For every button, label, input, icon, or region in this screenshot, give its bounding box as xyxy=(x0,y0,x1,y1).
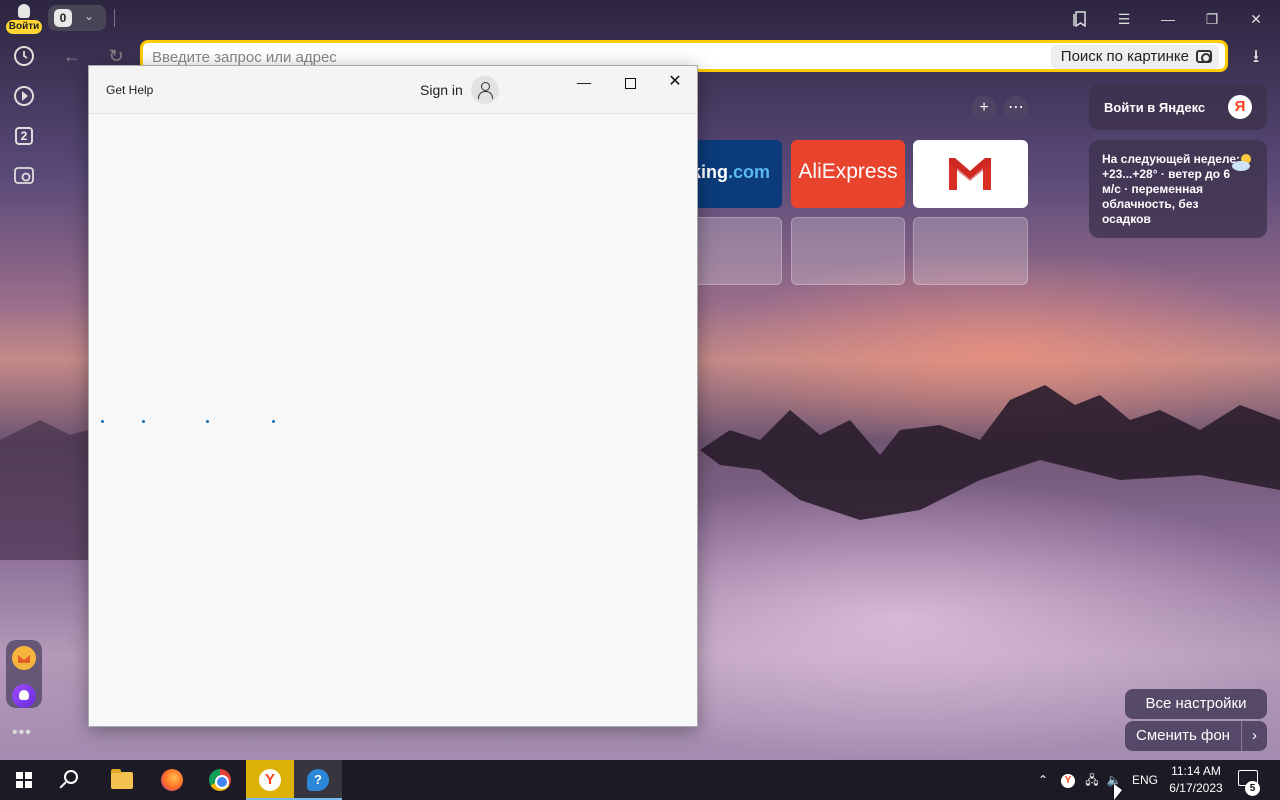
get-help-window: Get Help Sign in — ✕ xyxy=(88,65,698,727)
menu-icon[interactable]: ☰ xyxy=(1111,6,1137,32)
chevron-up-icon[interactable]: ⌃ xyxy=(1032,760,1054,800)
image-search-button[interactable]: Поиск по картинке xyxy=(1050,45,1219,69)
chrome-button[interactable] xyxy=(196,760,244,800)
minimize-button[interactable]: — xyxy=(561,66,607,98)
minimize-icon[interactable]: — xyxy=(1155,6,1181,32)
maximize-button[interactable] xyxy=(607,66,653,98)
add-tile-button[interactable]: + xyxy=(972,96,996,120)
search-button[interactable] xyxy=(48,760,96,800)
alice-assistant-icon[interactable] xyxy=(12,684,36,708)
mail-app-icon[interactable] xyxy=(12,646,36,670)
clock-time: 11:14 AM xyxy=(1171,764,1221,778)
start-button[interactable] xyxy=(0,760,48,800)
tab-counter-button[interactable]: 0 ⌄ xyxy=(48,5,106,31)
image-search-label: Поиск по картинке xyxy=(1060,48,1189,65)
chevron-down-icon: ⌄ xyxy=(84,9,95,23)
tile-empty[interactable] xyxy=(791,217,905,285)
yandex-login-label: Войти в Яндекс xyxy=(1104,100,1206,115)
download-icon[interactable]: ⭳ xyxy=(1244,44,1268,68)
tiles-menu-button[interactable]: ⋯ xyxy=(1004,96,1028,120)
yandex-tray-icon[interactable]: Y xyxy=(1058,760,1078,800)
get-help-button[interactable]: ? xyxy=(294,760,342,800)
chrome-icon xyxy=(209,769,231,791)
gmail-icon xyxy=(949,158,991,190)
user-icon xyxy=(18,4,30,18)
sign-in-link[interactable]: Sign in xyxy=(420,82,463,98)
loading-dot xyxy=(101,420,104,423)
screenshot-icon[interactable] xyxy=(10,162,38,190)
camera-icon xyxy=(1196,50,1212,63)
taskbar: Y ? ⌃ Y 🖧 🔈 ENG 11:14 AM 6/17/2023 5 xyxy=(0,760,1280,800)
browser-topbar: Войти 0 ⌄ ☰ — ❐ ✕ xyxy=(0,0,1280,38)
divider xyxy=(114,9,115,27)
tabs-count-icon[interactable]: 2 xyxy=(10,122,38,150)
sidebar-tab-number: 2 xyxy=(15,127,33,145)
language-indicator[interactable]: ENG xyxy=(1132,760,1158,800)
yandex-logo-icon: Я xyxy=(1228,95,1252,119)
all-settings-button[interactable]: Все настройки xyxy=(1125,689,1267,719)
help-icon: ? xyxy=(307,769,329,791)
more-options-icon[interactable]: ••• xyxy=(12,724,32,742)
mouse-cursor xyxy=(1114,784,1122,800)
search-icon xyxy=(64,770,78,784)
notification-count: 5 xyxy=(1245,781,1260,796)
change-background-label: Сменить фон xyxy=(1136,727,1230,744)
loading-dot xyxy=(272,420,275,423)
back-arrow-icon[interactable]: ← xyxy=(60,44,84,68)
tile-gmail[interactable] xyxy=(913,140,1028,208)
tab-count: 0 xyxy=(54,9,72,27)
change-background-button[interactable]: Сменить фон › xyxy=(1125,721,1267,751)
partly-cloudy-icon xyxy=(1232,154,1251,171)
yandex-browser-icon: Y xyxy=(259,769,281,791)
clock-date: 6/17/2023 xyxy=(1169,781,1223,795)
tile-aliexpress-label: AliExpress xyxy=(798,160,898,183)
weather-text: На следующей неделе: +23...+28° · ветер … xyxy=(1102,152,1241,226)
firefox-icon xyxy=(161,769,183,791)
bookmarks-icon[interactable] xyxy=(1067,6,1093,32)
loading-dot xyxy=(206,420,209,423)
history-icon[interactable] xyxy=(10,42,38,70)
login-badge: Войти xyxy=(6,20,42,34)
folder-icon xyxy=(111,769,133,789)
tile-aliexpress[interactable]: AliExpress xyxy=(791,140,905,208)
network-icon[interactable]: 🖧 xyxy=(1082,760,1102,800)
chevron-right-icon[interactable]: › xyxy=(1241,721,1267,751)
close-icon[interactable]: ✕ xyxy=(1243,6,1269,32)
user-icon[interactable] xyxy=(471,76,499,104)
restore-icon[interactable]: ❐ xyxy=(1199,6,1225,32)
windows-icon xyxy=(16,772,32,788)
clock[interactable]: 11:14 AM 6/17/2023 xyxy=(1166,763,1226,797)
tile-empty[interactable] xyxy=(913,217,1028,285)
window-title: Get Help xyxy=(106,83,154,97)
video-play-icon[interactable] xyxy=(10,82,38,110)
close-button[interactable]: ✕ xyxy=(652,66,698,98)
yandex-browser-button[interactable]: Y xyxy=(246,760,294,800)
browser-sidebar: 2 + ••• xyxy=(0,38,48,760)
profile-login-button[interactable]: Войти xyxy=(6,4,42,34)
loading-dot xyxy=(142,420,145,423)
yandex-login-widget[interactable]: Войти в Яндекс Я xyxy=(1089,84,1267,130)
get-help-titlebar: Get Help Sign in — ✕ xyxy=(89,66,697,114)
file-explorer-button[interactable] xyxy=(98,760,146,800)
weather-widget[interactable]: На следующей неделе: +23...+28° · ветер … xyxy=(1089,140,1267,238)
firefox-button[interactable] xyxy=(148,760,196,800)
